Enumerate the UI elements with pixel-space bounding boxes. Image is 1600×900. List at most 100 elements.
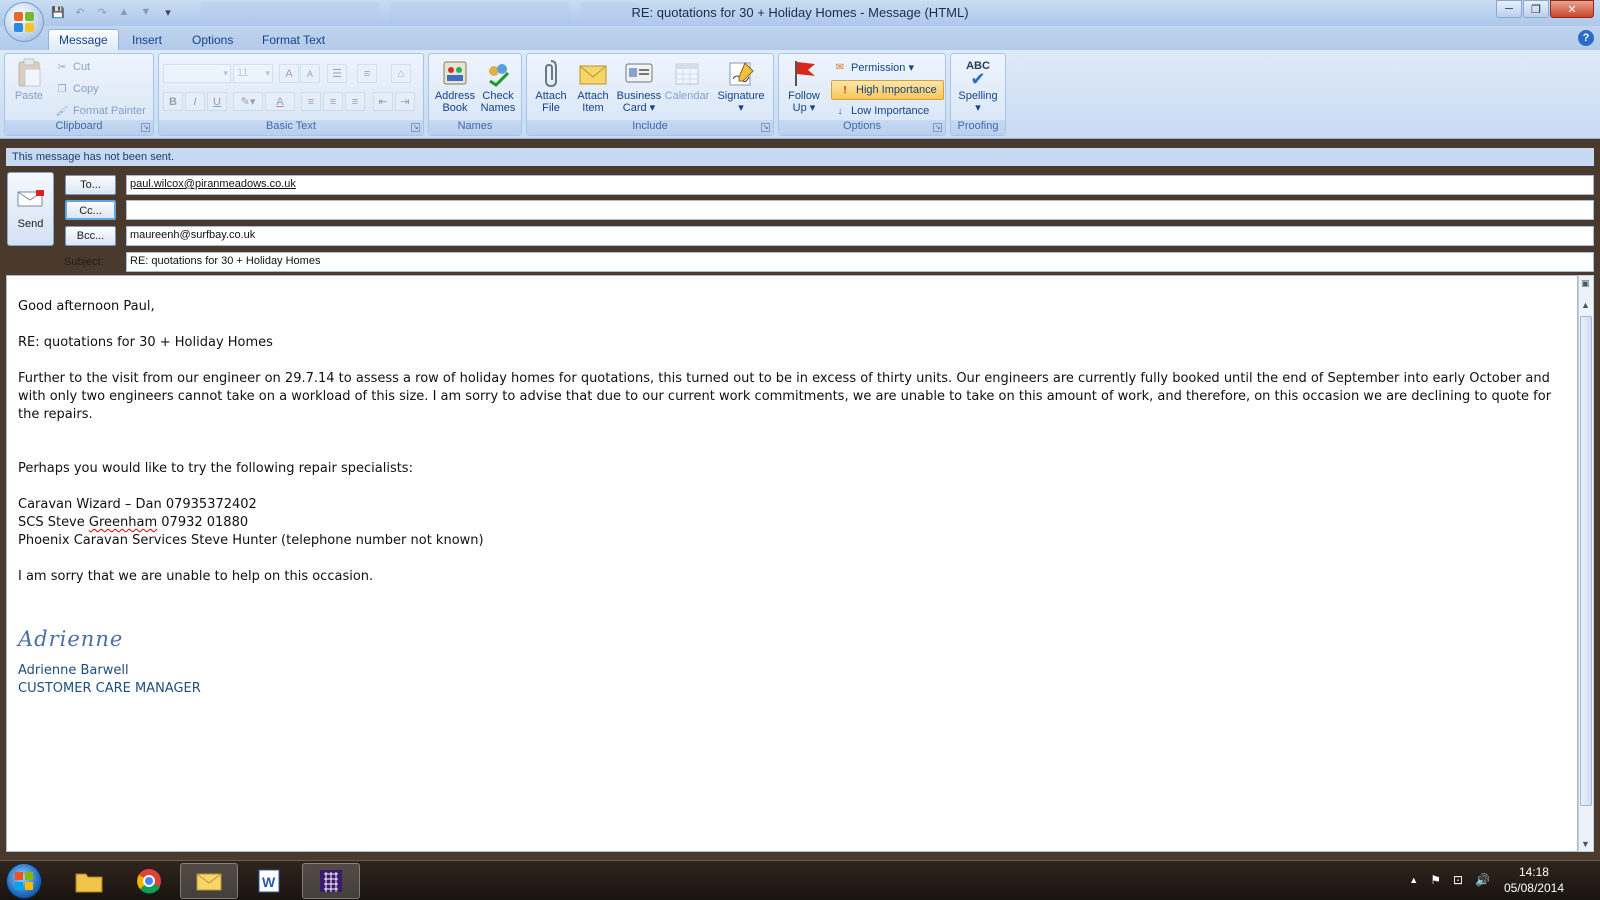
ruler-toggle-icon[interactable]: ▣ [1581,278,1590,289]
highlight-icon[interactable]: ✎▾ [233,92,263,111]
dialog-launcher-icon[interactable]: ↘ [411,123,420,132]
cc-button[interactable]: Cc... [65,200,116,220]
customize-toolbar-icon[interactable]: ▾ [160,4,176,20]
undo-icon[interactable]: ↶ [72,4,88,20]
paste-icon [14,58,44,88]
tab-options[interactable]: Options [182,29,243,50]
to-button[interactable]: To... [65,175,116,195]
bullets-icon[interactable]: ☰ [327,64,347,83]
bold-button[interactable]: B [163,92,183,111]
tab-format-text[interactable]: Format Text [252,29,335,50]
show-hidden-icons-icon[interactable]: ▲ [1409,875,1418,887]
start-button[interactable] [6,863,42,899]
action-center-flag-icon[interactable]: ⚑ [1430,873,1441,887]
align-right-icon[interactable]: ≡ [345,92,365,111]
paste-button[interactable]: Paste [11,58,47,102]
ribbon-tabs: Message Insert Options Format Text ? [0,26,1600,50]
spelling-check-icon: ABC ✔ [966,59,990,89]
message-body[interactable]: Good afternoon Paul, RE: quotations for … [6,275,1578,852]
background-window-tab [390,2,570,24]
attach-file-button[interactable]: Attach File [531,58,571,114]
align-left-icon[interactable]: ≡ [301,92,321,111]
subject-label: Subject: [64,256,104,268]
scissors-icon: ✂ [57,61,67,73]
group-label: Options [779,120,945,135]
paperclip-icon [536,58,566,88]
next-item-icon[interactable]: ▼ [138,4,154,20]
svg-text:W: W [262,874,276,890]
dialog-launcher-icon[interactable]: ↘ [141,123,150,132]
italic-button[interactable]: I [185,92,205,111]
follow-up-button[interactable]: Follow Up ▾ [783,58,825,114]
to-recipient[interactable]: paul.wilcox@piranmeadows.co.uk [130,178,296,190]
closing-line: I am sorry that we are unable to help on… [18,569,374,584]
address-book-button[interactable]: Address Book [433,58,477,114]
font-size-combo[interactable]: 11 [233,64,273,83]
font-name-combo[interactable] [163,64,231,83]
signature-name: Adrienne Barwell [18,663,129,678]
cut-button[interactable]: ✂ Cut [55,60,90,74]
word-taskbar-button[interactable]: W [240,863,298,899]
calendar-button[interactable]: Calendar [663,58,711,102]
tab-message[interactable]: Message [48,29,119,50]
office-button[interactable] [4,2,44,42]
network-icon[interactable]: ⊡ [1453,873,1463,887]
format-painter-button[interactable]: 🖌 Format Painter [55,104,146,118]
cc-field[interactable] [126,200,1594,220]
copy-button[interactable]: ❐ Copy [55,82,99,96]
tab-insert[interactable]: Insert [122,29,172,50]
increase-indent-icon[interactable]: ⇥ [395,92,415,111]
clock[interactable]: 14:18 05/08/2014 [1504,864,1564,896]
chrome-taskbar-button[interactable] [120,863,178,899]
underline-button[interactable]: U [207,92,227,111]
specialist-3: Phoenix Caravan Services Steve Hunter (t… [18,533,484,548]
styles-icon[interactable]: ⌂ [391,64,411,83]
explorer-taskbar-button[interactable] [60,863,118,899]
grow-font-button[interactable]: A [279,64,299,83]
business-card-button[interactable]: Business Card ▾ [615,58,663,114]
spelling-button[interactable]: ABC ✔ Spelling ▾ [953,58,1003,114]
decrease-indent-icon[interactable]: ⇤ [373,92,393,111]
low-importance-button[interactable]: ↓ Low Importance [833,104,930,118]
window-controls: ─ ❐ ✕ [1496,0,1594,18]
include-group: Attach File Attach Item Business Card ▾ … [526,53,774,136]
high-importance-button[interactable]: ! High Importance [831,80,944,100]
redo-icon[interactable]: ↷ [94,4,110,20]
font-color-button[interactable]: A [265,92,295,111]
shrink-font-button[interactable]: A [300,64,320,83]
permission-button[interactable]: ✉ Permission ▾ [833,60,914,74]
volume-icon[interactable]: 🔊 [1475,873,1490,887]
group-label: Names [429,120,521,135]
check-names-icon [483,58,513,88]
align-center-icon[interactable]: ≡ [323,92,343,111]
app-taskbar-button[interactable] [302,863,360,899]
minimize-button[interactable]: ─ [1496,0,1522,18]
send-button[interactable]: Send [7,172,54,246]
bcc-field[interactable]: maureenh@surfbay.co.uk [126,226,1594,246]
help-icon[interactable]: ? [1578,30,1594,46]
dialog-launcher-icon[interactable]: ↘ [933,123,942,132]
subject-field[interactable]: RE: quotations for 30 + Holiday Homes [126,252,1594,272]
bcc-button[interactable]: Bcc... [65,226,116,246]
attach-item-button[interactable]: Attach Item [573,58,613,114]
ribbon: Paste ✂ Cut ❐ Copy 🖌 Format Painter Clip… [0,50,1600,139]
vertical-scrollbar[interactable]: ▣ ▲ ▼ [1578,275,1594,852]
chrome-icon [137,869,161,894]
scroll-thumb[interactable] [1580,316,1592,806]
group-label: Proofing [951,120,1005,135]
maximize-button[interactable]: ❐ [1523,0,1549,18]
save-icon[interactable]: 💾 [50,4,66,20]
misspelled-word[interactable]: Greenham [89,515,157,530]
office-logo-icon [14,12,34,32]
specialist-2: SCS Steve Greenham 07932 01880 [18,515,249,530]
check-names-button[interactable]: Check Names [477,58,519,114]
close-button[interactable]: ✕ [1550,0,1594,18]
numbering-icon[interactable]: ≡ [357,64,377,83]
signature-button[interactable]: Signature ▾ [711,58,771,114]
scroll-up-icon[interactable]: ▲ [1581,300,1590,310]
outlook-taskbar-button[interactable] [180,863,238,899]
previous-item-icon[interactable]: ▲ [116,4,132,20]
dialog-launcher-icon[interactable]: ↘ [761,123,770,132]
scroll-down-icon[interactable]: ▼ [1581,839,1590,849]
to-field[interactable]: paul.wilcox@piranmeadows.co.uk [126,175,1594,195]
